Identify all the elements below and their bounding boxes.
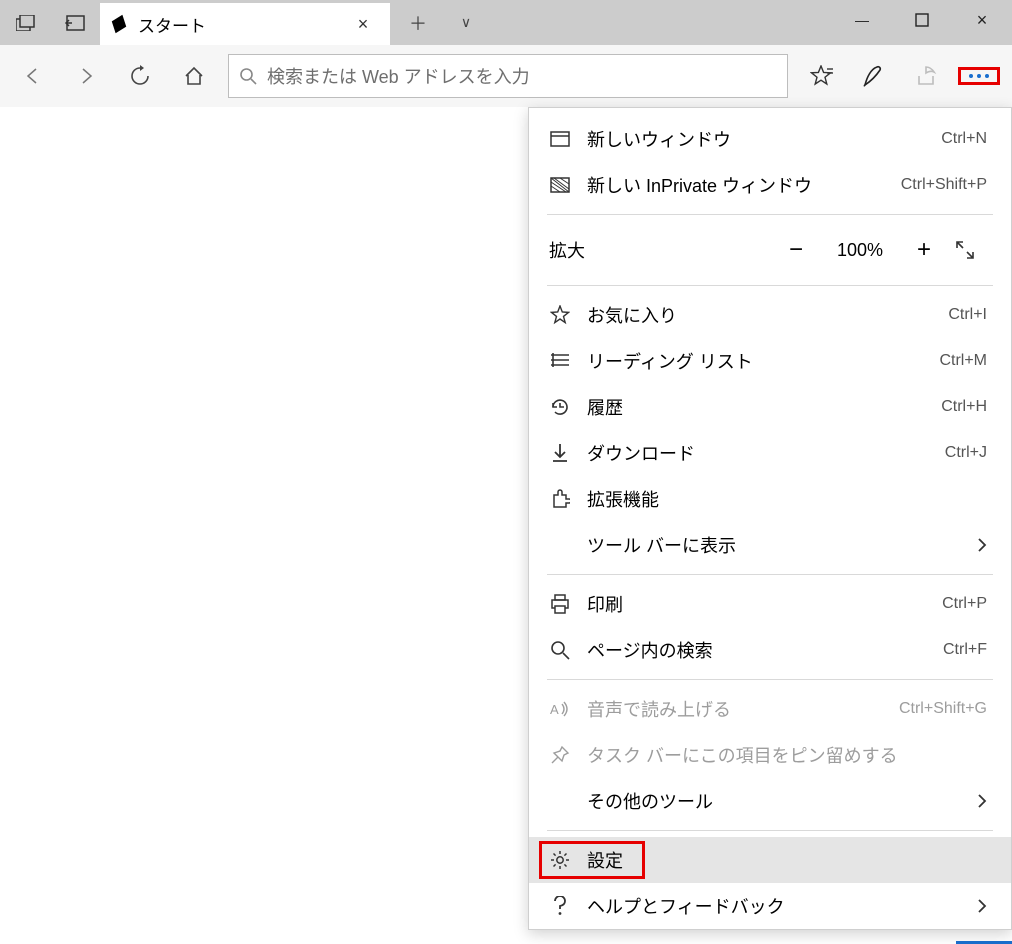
nav-toolbar: 検索または Web アドレスを入力 [0,45,1012,107]
menu-favorites[interactable]: お気に入り Ctrl+I [529,292,1011,338]
menu-shortcut: Ctrl+Shift+P [901,176,987,194]
menu-find[interactable]: ページ内の検索 Ctrl+F [529,627,1011,673]
menu-other-tools[interactable]: その他のツール [529,778,1011,824]
menu-label: ツール バーに表示 [587,532,963,558]
menu-label: ページ内の検索 [587,637,929,663]
zoom-in-button[interactable]: + [903,236,945,264]
menu-show-in-toolbar[interactable]: ツール バーに表示 [529,522,1011,568]
new-tab-area: ＋ ∨ [390,0,494,45]
content-area: 新しいウィンドウ Ctrl+N 新しい InPrivate ウィンドウ Ctrl… [0,107,1012,936]
new-tab-button[interactable]: ＋ [396,0,440,45]
menu-zoom-row: 拡大 − 100% + [529,221,1011,279]
menu-new-window[interactable]: 新しいウィンドウ Ctrl+N [529,116,1011,162]
window-close-button[interactable]: × [952,0,1012,40]
menu-label: 拡張機能 [587,486,987,512]
refresh-button[interactable] [114,53,166,99]
menu-label: その他のツール [587,788,963,814]
menu-new-inprivate[interactable]: 新しい InPrivate ウィンドウ Ctrl+Shift+P [529,162,1011,208]
home-button[interactable] [168,53,220,99]
reading-list-icon [547,353,573,369]
set-aside-tabs-icon[interactable] [50,0,98,45]
more-menu-button[interactable] [952,53,1006,99]
window-controls: — × [832,0,1012,40]
menu-separator [547,285,993,286]
menu-shortcut: Ctrl+P [942,595,987,613]
notes-pen-icon[interactable] [848,53,900,99]
menu-label: 音声で読み上げる [587,696,885,722]
maximize-button[interactable] [892,0,952,40]
menu-print[interactable]: 印刷 Ctrl+P [529,581,1011,627]
puzzle-icon [547,489,573,509]
menu-label: タスク バーにこの項目をピン留めする [587,742,987,768]
tab-preview-icon[interactable] [2,0,50,45]
menu-label: ダウンロード [587,440,931,466]
menu-shortcut: Ctrl+Shift+G [899,700,987,718]
titlebar: スタート × ＋ ∨ — × [0,0,1012,45]
tab-favicon [105,10,133,38]
menu-label: 新しいウィンドウ [587,126,927,152]
menu-label: 印刷 [587,591,928,617]
history-icon [547,397,573,417]
gear-icon [547,850,573,870]
window-icon [547,131,573,147]
pin-icon [547,745,573,765]
zoom-value: 100% [827,240,893,261]
tab-title: スタート [138,12,340,37]
menu-shortcut: Ctrl+H [941,398,987,416]
minimize-button[interactable]: — [832,0,892,40]
menu-separator [547,574,993,575]
address-bar[interactable]: 検索または Web アドレスを入力 [228,54,788,98]
menu-settings[interactable]: 設定 [529,837,1011,883]
menu-label: 履歴 [587,394,927,420]
menu-label: リーディング リスト [587,348,925,374]
menu-history[interactable]: 履歴 Ctrl+H [529,384,1011,430]
menu-label: 新しい InPrivate ウィンドウ [587,172,887,198]
browser-tab[interactable]: スタート × [100,3,390,45]
settings-menu: 新しいウィンドウ Ctrl+N 新しい InPrivate ウィンドウ Ctrl… [528,107,1012,930]
chevron-right-icon [977,537,987,553]
menu-shortcut: Ctrl+J [945,444,987,462]
address-placeholder: 検索または Web アドレスを入力 [267,63,530,89]
search-icon [547,640,573,660]
menu-extensions[interactable]: 拡張機能 [529,476,1011,522]
help-icon [547,896,573,916]
tab-close-icon[interactable]: × [348,14,378,35]
zoom-out-button[interactable]: − [775,236,817,264]
menu-separator [547,679,993,680]
menu-shortcut: Ctrl+M [939,352,987,370]
menu-separator [547,830,993,831]
search-icon [239,67,257,85]
print-icon [547,594,573,614]
svg-text:A: A [550,702,559,717]
chevron-right-icon [977,898,987,914]
menu-label: ヘルプとフィードバック [587,893,963,919]
menu-label: お気に入り [587,302,934,328]
download-icon [547,443,573,463]
fullscreen-button[interactable] [955,240,989,260]
inprivate-icon [547,177,573,193]
menu-separator [547,214,993,215]
tab-action-buttons [0,0,100,45]
menu-shortcut: Ctrl+I [948,306,987,324]
more-menu-highlight [958,67,1000,85]
menu-downloads[interactable]: ダウンロード Ctrl+J [529,430,1011,476]
menu-shortcut: Ctrl+F [943,641,987,659]
menu-label: 設定 [587,847,987,873]
forward-button[interactable] [60,53,112,99]
share-icon[interactable] [900,53,952,99]
menu-shortcut: Ctrl+N [941,130,987,148]
star-icon [547,305,573,325]
menu-pin-taskbar: タスク バーにこの項目をピン留めする [529,732,1011,778]
menu-read-aloud: A 音声で読み上げる Ctrl+Shift+G [529,686,1011,732]
read-aloud-icon: A [547,700,573,718]
toolbar-right [796,53,1006,99]
zoom-label: 拡大 [547,237,765,263]
back-button[interactable] [6,53,58,99]
chevron-right-icon [977,793,987,809]
menu-reading-list[interactable]: リーディング リスト Ctrl+M [529,338,1011,384]
menu-help[interactable]: ヘルプとフィードバック [529,883,1011,929]
favorites-star-icon[interactable] [796,53,848,99]
ellipsis-icon [969,74,989,78]
new-tab-chevron-icon[interactable]: ∨ [444,0,488,45]
